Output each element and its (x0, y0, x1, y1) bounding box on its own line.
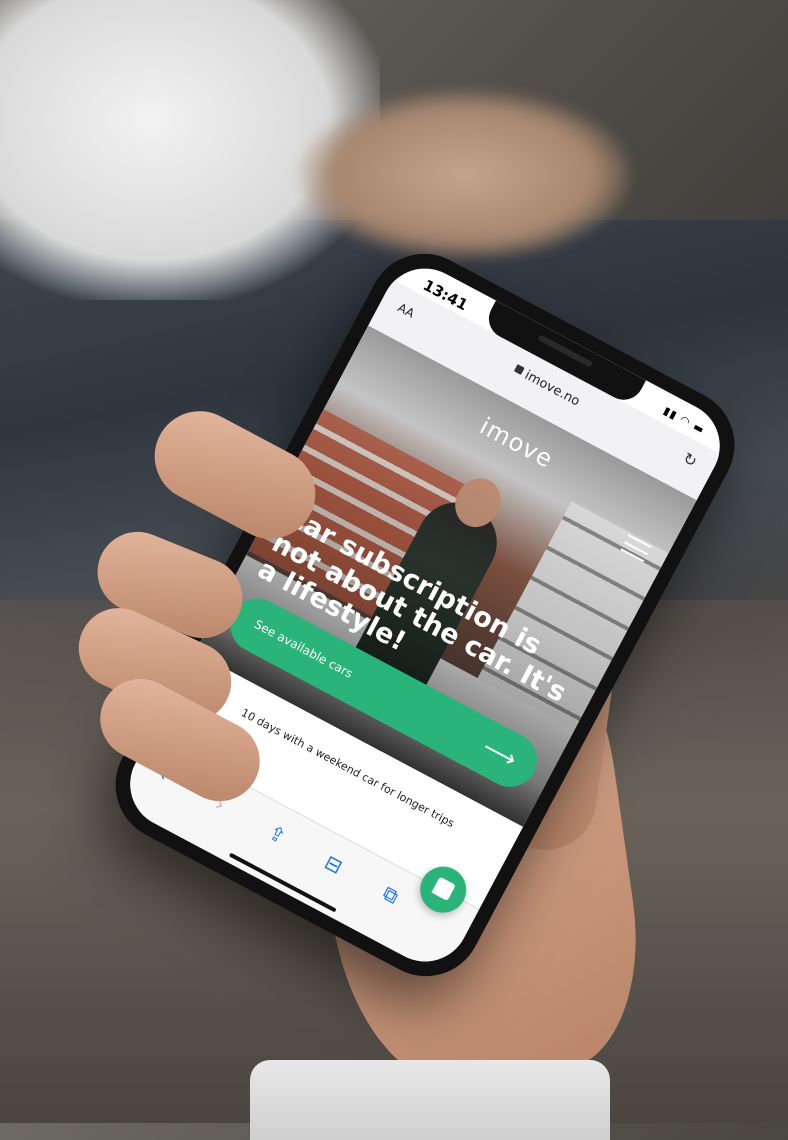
bookmarks-icon[interactable]: ⊟ (321, 850, 347, 879)
blurred-hand (300, 90, 630, 260)
shirt-cuff (250, 1060, 610, 1140)
share-icon[interactable]: ⇪ (264, 820, 290, 849)
arrow-right-icon: ⟶ (477, 732, 522, 774)
tabs-icon[interactable]: ⧉ (379, 881, 403, 909)
lock-icon (513, 364, 525, 375)
